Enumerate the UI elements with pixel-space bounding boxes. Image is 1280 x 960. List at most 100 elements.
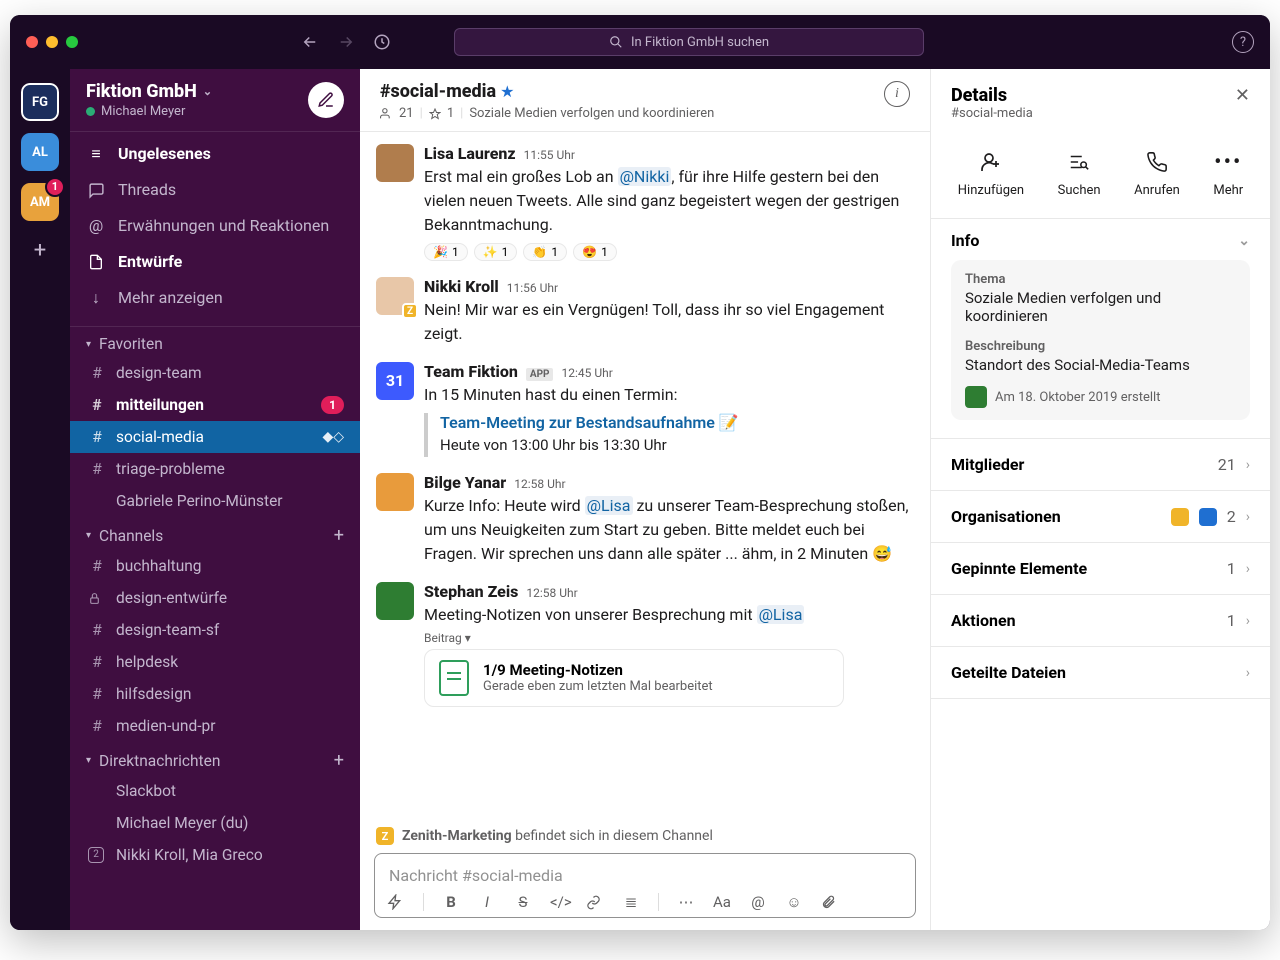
- mention[interactable]: @Nikki: [618, 167, 672, 186]
- format-button[interactable]: Aa: [713, 893, 731, 911]
- workspace-icon[interactable]: FG: [21, 83, 59, 121]
- channel-item[interactable]: #design-team-sf: [70, 614, 360, 646]
- unread-badge: 1: [321, 396, 344, 414]
- avatar[interactable]: [376, 473, 414, 511]
- avatar[interactable]: [376, 582, 414, 620]
- link-button[interactable]: [586, 895, 604, 910]
- nav-threads[interactable]: Threads: [70, 172, 360, 208]
- org-chip-icon: [1171, 508, 1189, 526]
- actions-row[interactable]: Aktionen1›: [931, 595, 1270, 647]
- history-button[interactable]: [370, 30, 394, 54]
- nav-drafts[interactable]: Entwürfe: [70, 244, 360, 280]
- reaction[interactable]: ✨1: [474, 243, 518, 261]
- event-link[interactable]: Team-Meeting zur Bestandsaufnahme 📝: [440, 413, 912, 432]
- maximize-window-icon[interactable]: [66, 36, 78, 48]
- emoji-button[interactable]: ☺: [785, 893, 803, 911]
- mention[interactable]: @Lisa: [757, 605, 805, 624]
- window-controls: [26, 36, 78, 48]
- nav-mentions[interactable]: @Erwähnungen und Reaktionen: [70, 208, 360, 244]
- more-actions-button[interactable]: •••Mehr: [1213, 149, 1243, 198]
- list-button[interactable]: ≣: [622, 893, 640, 911]
- chevron-down-icon[interactable]: ⌄: [1238, 233, 1250, 249]
- compose-button[interactable]: [308, 82, 344, 118]
- message: Stephan Zeis12:58 Uhr Meeting-Notizen vo…: [370, 576, 924, 717]
- message-list: Lisa Laurenz11:55 Uhr Erst mal ein große…: [360, 132, 930, 821]
- attachment-card[interactable]: 1/9 Meeting-Notizen Gerade eben zum letz…: [424, 649, 844, 707]
- channel-item[interactable]: #design-team: [70, 357, 360, 389]
- minimize-window-icon[interactable]: [46, 36, 58, 48]
- section-favorites[interactable]: ▾Favoriten: [70, 327, 360, 357]
- italic-button[interactable]: I: [478, 893, 496, 911]
- unread-badge: 1: [45, 177, 65, 197]
- reaction[interactable]: 👏1: [523, 243, 567, 261]
- mention-button[interactable]: @: [749, 893, 767, 911]
- dm-item[interactable]: Slackbot: [70, 775, 360, 807]
- channel-item[interactable]: #triage-probleme: [70, 453, 360, 485]
- shared-channel-notice: Z Zenith-Marketing befindet sich in dies…: [360, 821, 930, 853]
- main-column: #social-media ★ 21 | 1 | Soziale Medien …: [360, 69, 930, 930]
- call-button[interactable]: Anrufen: [1134, 149, 1180, 198]
- section-channels[interactable]: ▾Channels+: [70, 517, 360, 550]
- add-channel-button[interactable]: +: [334, 525, 344, 546]
- reaction[interactable]: 😍1: [573, 243, 617, 261]
- more-formatting-button[interactable]: ⋯: [677, 893, 695, 911]
- shortcuts-button[interactable]: [387, 894, 405, 910]
- channel-item[interactable]: #medien-und-pr: [70, 710, 360, 742]
- channel-details-button[interactable]: i: [884, 81, 910, 107]
- channel-item[interactable]: design-entwürfe: [70, 582, 360, 614]
- workspace-icon[interactable]: AL: [21, 133, 59, 171]
- pinned-row[interactable]: Gepinnte Elemente1›: [931, 543, 1270, 595]
- strike-button[interactable]: S: [514, 893, 532, 911]
- close-button[interactable]: ✕: [1235, 85, 1250, 106]
- back-button[interactable]: [298, 30, 322, 54]
- mention[interactable]: @Lisa: [585, 496, 633, 515]
- org-chip-icon: [1199, 508, 1217, 526]
- message: Bilge Yanar12:58 Uhr Kurze Info: Heute w…: [370, 467, 924, 576]
- dm-item[interactable]: Michael Meyer (du): [70, 807, 360, 839]
- close-window-icon[interactable]: [26, 36, 38, 48]
- star-icon[interactable]: ★: [500, 82, 514, 101]
- bold-button[interactable]: B: [442, 893, 460, 911]
- attach-button[interactable]: [821, 895, 839, 910]
- dm-item[interactable]: 2Nikki Kroll, Mia Greco: [70, 839, 360, 871]
- dm-item[interactable]: Gabriele Perino-Münster: [70, 485, 360, 517]
- message: 31 Team FiktionAPP12:45 Uhr In 15 Minute…: [370, 356, 924, 467]
- avatar[interactable]: Z: [376, 277, 414, 315]
- search-input[interactable]: In Fiktion GmbH suchen: [454, 28, 924, 56]
- message-input[interactable]: [387, 862, 903, 893]
- workspace-switcher: FG AL AM 1 +: [10, 69, 70, 930]
- add-member-button[interactable]: Hinzufügen: [958, 149, 1024, 198]
- workspace-header[interactable]: Fiktion GmbH⌄ Michael Meyer: [70, 69, 360, 132]
- message: Lisa Laurenz11:55 Uhr Erst mal ein große…: [370, 138, 924, 271]
- code-button[interactable]: </>: [550, 893, 568, 911]
- nav-unread[interactable]: ≡Ungelesenes: [70, 136, 360, 172]
- message-composer: B I S </> ≣ ⋯ Aa @ ☺: [374, 853, 916, 918]
- channel-item-active[interactable]: #social-media◆◇: [70, 421, 360, 453]
- workspace-icon[interactable]: AM 1: [21, 183, 59, 221]
- search-channel-button[interactable]: Suchen: [1058, 149, 1101, 198]
- channel-header: #social-media ★ 21 | 1 | Soziale Medien …: [360, 69, 930, 132]
- forward-button[interactable]: [334, 30, 358, 54]
- avatar[interactable]: [376, 144, 414, 182]
- channel-item[interactable]: #buchhaltung: [70, 550, 360, 582]
- channel-item[interactable]: #helpdesk: [70, 646, 360, 678]
- files-row[interactable]: Geteilte Dateien›: [931, 647, 1270, 699]
- pin-icon: [429, 108, 441, 120]
- sidebar: Fiktion GmbH⌄ Michael Meyer ≡Ungelesenes…: [70, 69, 360, 930]
- add-workspace-button[interactable]: +: [23, 233, 57, 267]
- orgs-row[interactable]: Organisationen2›: [931, 491, 1270, 543]
- org-badge-icon: Z: [402, 303, 418, 319]
- channel-item[interactable]: #mitteilungen1: [70, 389, 360, 421]
- history-nav: [298, 30, 394, 54]
- members-row[interactable]: Mitglieder21›: [931, 439, 1270, 491]
- document-icon: [439, 660, 469, 696]
- reaction[interactable]: 🎉1: [424, 243, 468, 261]
- lock-icon: [88, 592, 106, 605]
- channel-name[interactable]: #social-media: [380, 81, 496, 102]
- nav-more[interactable]: ↓Mehr anzeigen: [70, 280, 360, 316]
- section-dms[interactable]: ▾Direktnachrichten+: [70, 742, 360, 775]
- channel-item[interactable]: #hilfsdesign: [70, 678, 360, 710]
- message: Z Nikki Kroll11:56 Uhr Nein! Mir war es …: [370, 271, 924, 356]
- add-dm-button[interactable]: +: [334, 750, 344, 771]
- help-icon[interactable]: ?: [1232, 31, 1254, 53]
